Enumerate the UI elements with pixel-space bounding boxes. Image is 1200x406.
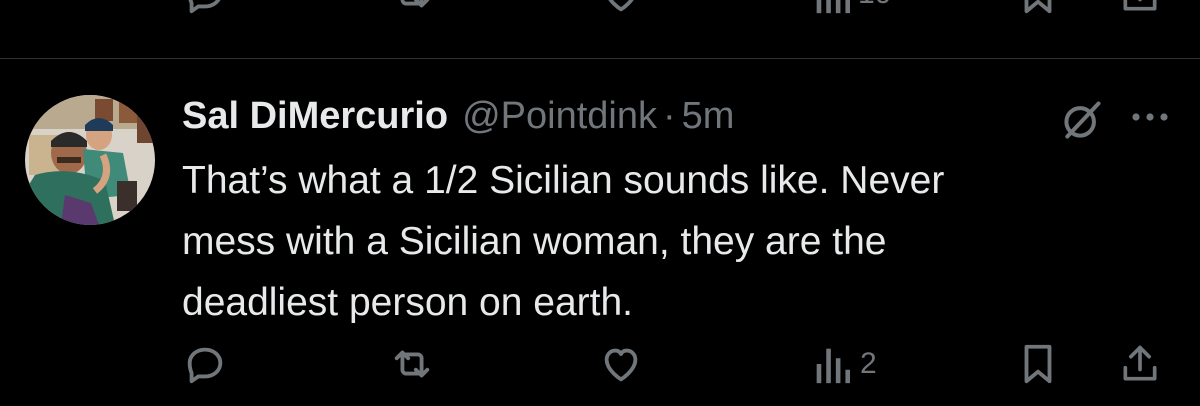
views-button[interactable]: 2: [812, 338, 877, 390]
retweet-icon: [400, 0, 430, 8]
author-handle[interactable]: @Pointdink: [462, 95, 657, 138]
reply-button[interactable]: [182, 338, 228, 390]
author-display-name[interactable]: Sal DiMercurio: [182, 95, 448, 138]
previous-tweet-action-bar: 10: [0, 0, 1200, 28]
views-icon: [816, 0, 851, 14]
heart-icon: [604, 348, 638, 382]
previous-views-count: 10: [858, 0, 891, 11]
previous-share-button[interactable]: [1118, 0, 1162, 20]
heart-icon: [608, 0, 634, 12]
tweet-header: Sal DiMercurio @Pointdink · 5m: [182, 88, 734, 144]
reply-icon: [188, 0, 221, 14]
share-button[interactable]: [1118, 338, 1162, 390]
bookmark-icon: [1024, 0, 1052, 14]
avatar-photo: [25, 95, 155, 225]
grok-button[interactable]: [1060, 98, 1104, 142]
grok-icon: [1064, 101, 1101, 139]
share-icon: [1123, 345, 1157, 381]
tweet-timestamp[interactable]: 5m: [682, 95, 735, 138]
views-icon: [816, 348, 851, 384]
views-count: 2: [860, 347, 877, 380]
previous-reply-button[interactable]: [182, 0, 228, 20]
more-icon: [1132, 113, 1168, 121]
bookmark-icon: [1024, 344, 1052, 384]
retweet-icon: [394, 350, 430, 378]
share-icon: [1123, 0, 1157, 11]
tweet-divider: [0, 58, 1200, 59]
previous-views-button[interactable]: 10: [812, 0, 891, 20]
reply-icon: [187, 347, 223, 384]
like-button[interactable]: [598, 338, 644, 390]
avatar[interactable]: [25, 95, 155, 225]
previous-retweet-button[interactable]: [388, 0, 436, 20]
retweet-button[interactable]: [388, 338, 436, 390]
previous-bookmark-button[interactable]: [1018, 0, 1058, 20]
previous-like-button[interactable]: [598, 0, 644, 20]
tweet-text: That’s what a 1/2 Sicilian sounds like. …: [182, 159, 945, 324]
header-separator: ·: [662, 94, 676, 137]
bookmark-button[interactable]: [1018, 338, 1058, 390]
more-options-button[interactable]: [1128, 102, 1172, 132]
tweet-action-bar: 2: [0, 338, 1200, 390]
